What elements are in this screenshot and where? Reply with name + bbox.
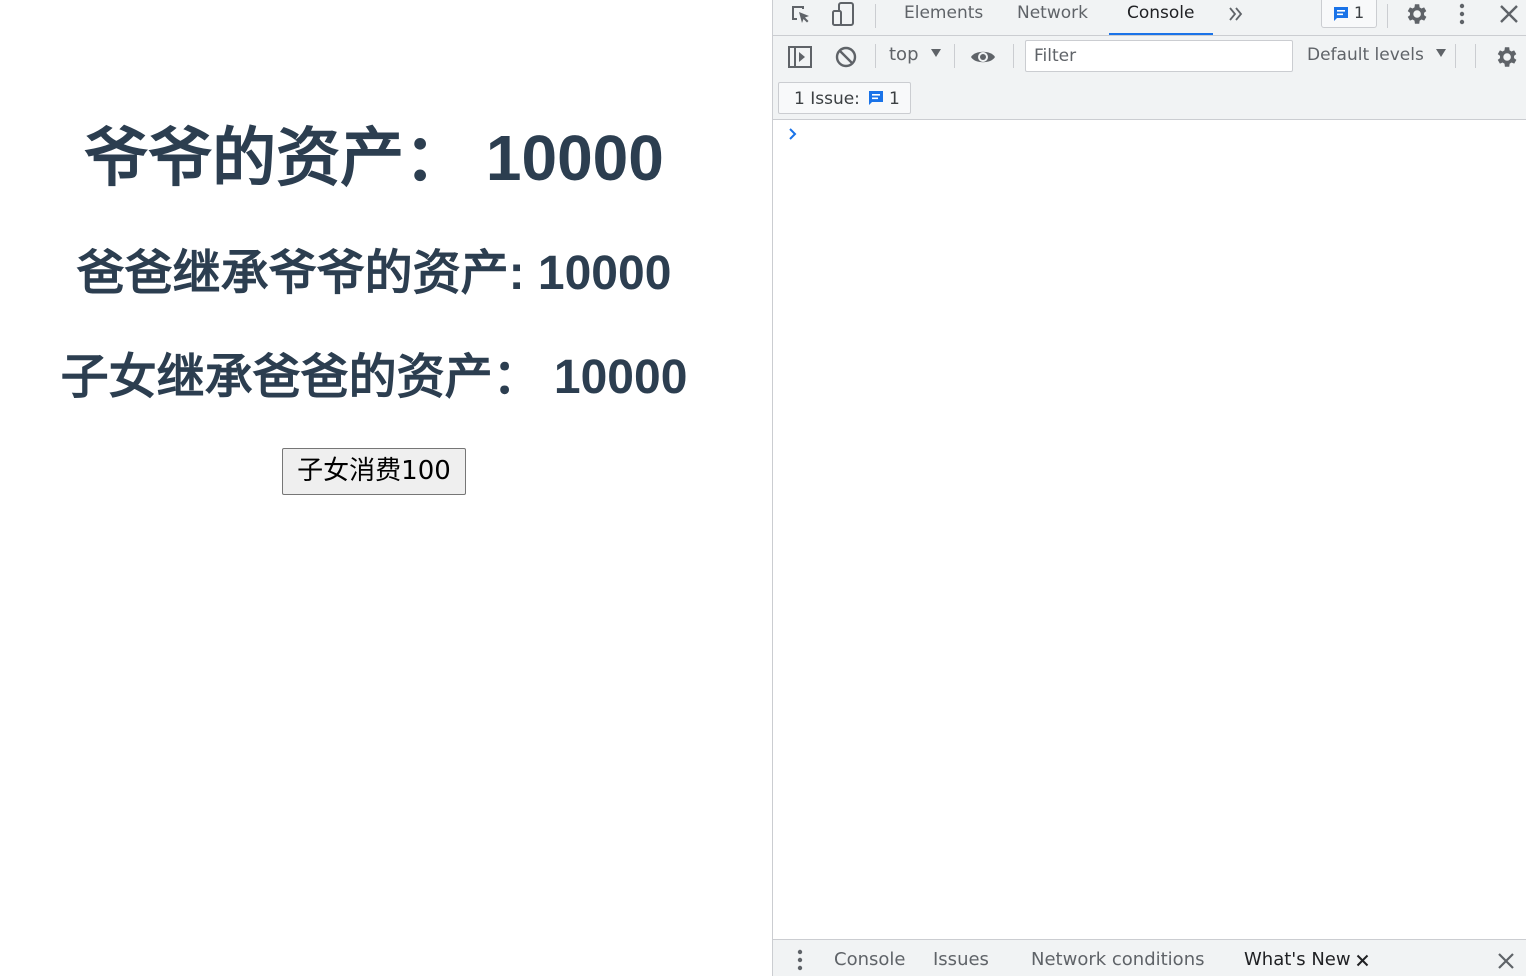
- drawer-tab-bar: Console Issues Network conditions What's…: [773, 939, 1526, 976]
- console-prompt-icon: [789, 128, 797, 140]
- tab-elements[interactable]: Elements: [904, 0, 983, 35]
- console-toolbar: top Default levels 1 Issue:: [773, 36, 1526, 120]
- settings-icon[interactable]: [1403, 1, 1429, 27]
- drawer-tab-network-conditions[interactable]: Network conditions: [1031, 949, 1204, 970]
- filter-input[interactable]: [1025, 40, 1293, 72]
- issues-chip[interactable]: 1 Issue: 1: [778, 82, 911, 114]
- sidebar-toggle-icon[interactable]: [787, 45, 813, 69]
- tab-network[interactable]: Network: [1017, 0, 1088, 35]
- drawer-tab-whats-new[interactable]: What's New: [1244, 949, 1351, 970]
- log-levels-value: Default levels: [1307, 45, 1424, 65]
- close-drawer-icon[interactable]: [1497, 952, 1515, 970]
- divider: [1455, 44, 1456, 68]
- console-settings-icon[interactable]: [1493, 44, 1519, 70]
- devtools-tab-bar: Elements Network Console 1: [773, 0, 1526, 36]
- kebab-menu-icon[interactable]: [1451, 2, 1473, 26]
- context-selector[interactable]: top: [889, 44, 942, 65]
- divider: [1013, 44, 1014, 68]
- dropdown-arrow-icon: [1436, 49, 1447, 57]
- issues-counter-value: 1: [1354, 3, 1365, 22]
- divider: [875, 4, 876, 28]
- father-asset-heading: 爸爸继承爷爷的资产: 10000: [76, 247, 672, 300]
- close-tab-icon[interactable]: [1356, 954, 1369, 967]
- context-value: top: [889, 44, 919, 65]
- more-tabs-icon[interactable]: [1227, 5, 1245, 23]
- divider: [1475, 44, 1476, 68]
- issues-counter-button[interactable]: 1: [1321, 0, 1377, 28]
- web-page: 爷爷的资产： 10000 爸爸继承爷爷的资产: 10000 子女继承爸爸的资产：…: [0, 0, 772, 976]
- drawer-menu-icon[interactable]: [793, 948, 807, 972]
- drawer-tab-console[interactable]: Console: [834, 949, 905, 970]
- clear-console-icon[interactable]: [834, 45, 858, 69]
- divider: [1387, 4, 1388, 28]
- issues-chip-count: 1: [889, 89, 900, 109]
- dropdown-arrow-icon: [931, 49, 942, 57]
- message-icon: [869, 91, 883, 105]
- eye-icon[interactable]: [969, 46, 997, 68]
- divider: [954, 44, 955, 68]
- inspect-element-icon[interactable]: [789, 3, 813, 27]
- grandpa-asset-heading: 爷爷的资产： 10000: [84, 122, 664, 194]
- console-output[interactable]: [773, 121, 1526, 939]
- tab-console[interactable]: Console: [1109, 0, 1213, 35]
- divider: [875, 44, 876, 68]
- drawer-tab-issues[interactable]: Issues: [933, 949, 989, 970]
- device-toolbar-icon[interactable]: [831, 1, 857, 27]
- devtools-panel: Elements Network Console 1 top Filter De…: [772, 0, 1526, 976]
- children-asset-heading: 子女继承爸爸的资产： 10000: [60, 351, 688, 404]
- close-icon[interactable]: [1498, 3, 1520, 25]
- log-levels-selector[interactable]: Default levels: [1307, 45, 1447, 65]
- issues-chip-label: 1 Issue:: [794, 89, 860, 109]
- message-icon: [1334, 7, 1348, 21]
- children-spend-button[interactable]: 子女消费100: [282, 448, 466, 495]
